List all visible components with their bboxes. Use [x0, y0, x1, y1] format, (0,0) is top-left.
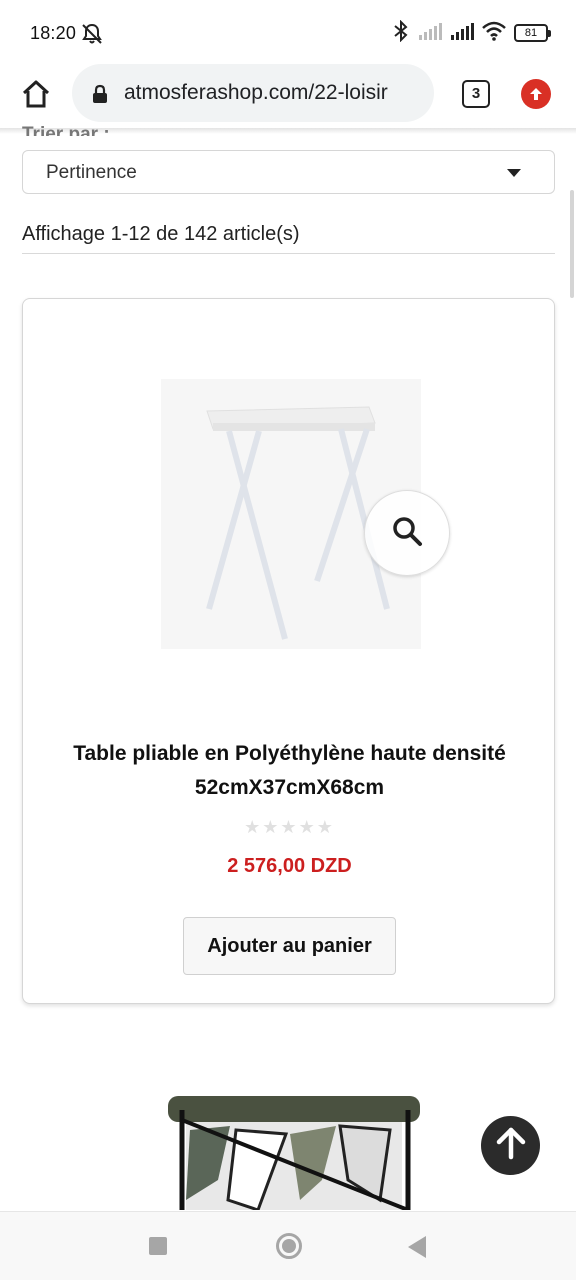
- product-card[interactable]: Table pliable en Polyéthylène haute dens…: [22, 298, 555, 1004]
- home-circle-icon[interactable]: [276, 1233, 302, 1259]
- product-image[interactable]: [90, 1030, 490, 1210]
- battery-icon: 81: [514, 24, 551, 42]
- chevron-down-icon: [507, 169, 521, 177]
- product-title[interactable]: Table pliable en Polyéthylène haute dens…: [33, 737, 546, 805]
- wifi-icon: [482, 21, 506, 46]
- status-bar: 18:20 81: [0, 0, 576, 66]
- sort-dropdown[interactable]: Pertinence: [22, 150, 555, 194]
- alarm-off-icon: [80, 22, 104, 51]
- home-icon[interactable]: [16, 74, 56, 114]
- product-price: 2 576,00 DZD: [227, 855, 352, 877]
- back-icon[interactable]: [408, 1236, 426, 1258]
- status-indicators: 81: [392, 19, 551, 47]
- url-text: atmosferashop.com/22-loisir: [124, 81, 388, 104]
- product-image[interactable]: [141, 319, 450, 709]
- url-bar[interactable]: atmosferashop.com/22-loisir: [72, 64, 434, 122]
- scrollbar[interactable]: [570, 190, 574, 298]
- signal-icon: [450, 22, 474, 45]
- add-to-cart-button[interactable]: Ajouter au panier: [183, 917, 396, 975]
- sort-label: Trier par :: [22, 124, 110, 136]
- zoom-button[interactable]: [364, 490, 450, 576]
- tab-switcher-button[interactable]: 3: [462, 80, 490, 108]
- result-count: Affichage 1-12 de 142 article(s): [22, 223, 300, 245]
- rating-stars: ★★★★★: [244, 817, 335, 837]
- system-nav-bar: [0, 1211, 576, 1280]
- sort-value: Pertinence: [46, 162, 137, 183]
- back-to-top-button[interactable]: [481, 1116, 540, 1175]
- arrow-up-icon: [494, 1126, 528, 1165]
- lock-icon: [92, 84, 108, 109]
- update-icon[interactable]: [521, 79, 551, 109]
- signal-icon: [418, 22, 442, 45]
- search-icon: [391, 515, 423, 552]
- bluetooth-icon: [392, 19, 410, 47]
- divider: [22, 253, 555, 254]
- recent-apps-icon[interactable]: [149, 1237, 167, 1255]
- status-time: 18:20: [30, 23, 77, 43]
